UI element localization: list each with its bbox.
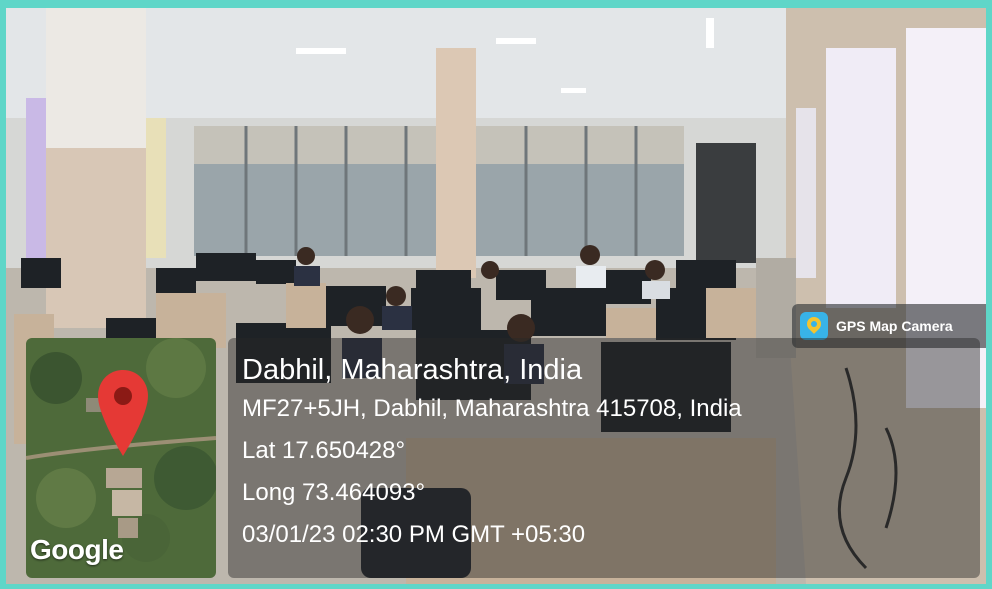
map-location-pin-icon [98, 370, 148, 456]
photo-frame: GPS Map Camera Google Dabhil, Maharashtr… [6, 8, 986, 584]
google-logo: Google [30, 534, 124, 565]
longitude-text: Long 73.464093° [242, 479, 426, 506]
satellite-map-thumbnail: Google [26, 338, 216, 578]
datetime-text: 03/01/23 02:30 PM GMT +05:30 [242, 521, 586, 548]
latitude-text: Lat 17.650428° [242, 437, 406, 464]
badge-label: GPS Map Camera [836, 318, 953, 334]
location-info-panel: Dabhil, Maharashtra, India MF27+5JH, Dab… [228, 338, 980, 578]
place-name: Dabhil, Maharashtra, India [242, 354, 583, 386]
gps-map-camera-logo-icon [800, 312, 828, 340]
address-text: MF27+5JH, Dabhil, Maharashtra 415708, In… [242, 395, 742, 422]
